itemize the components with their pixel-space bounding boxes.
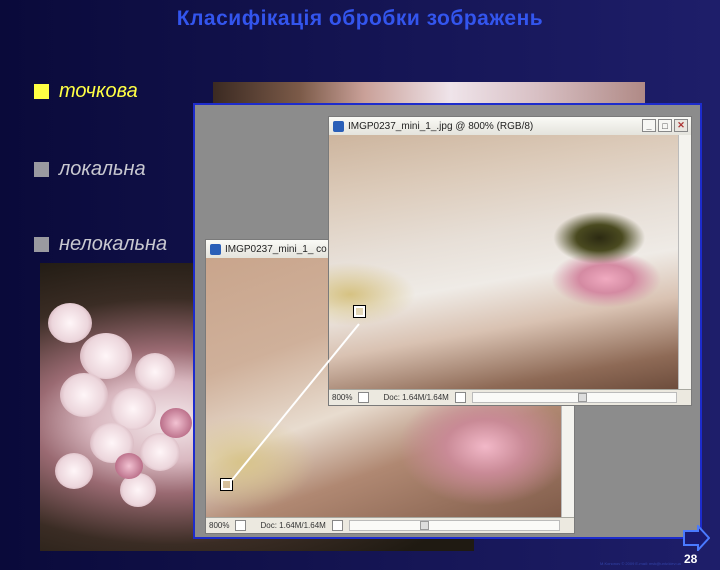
status-bar: 800% Doc: 1.64M/1.64M: [206, 517, 574, 533]
doc-info: Doc: 1.64M/1.64M: [260, 521, 326, 530]
bullet-label: нелокальна: [59, 233, 168, 255]
close-icon[interactable]: ✕: [674, 119, 688, 132]
status-bar: 800% Doc: 1.64M/1.64M: [329, 389, 691, 405]
next-arrow-icon[interactable]: [682, 525, 710, 551]
slide-title: Класифікація обробки зображень: [176, 7, 544, 30]
maximize-icon[interactable]: □: [658, 119, 672, 132]
doc-info: Doc: 1.64M/1.64M: [383, 393, 449, 402]
bullet-label: локальна: [59, 158, 146, 180]
window-titlebar[interactable]: IMGP0237_mini_1_.jpg @ 800% (RGB/8): [329, 117, 691, 136]
window-controls: _ □ ✕: [642, 119, 688, 132]
bullet-item-nonlocal: нелокальна: [34, 233, 167, 256]
bullet-label: точкова: [59, 80, 138, 102]
status-arrow-icon[interactable]: [331, 520, 343, 531]
photoshop-doc-icon: [333, 120, 344, 132]
horizontal-scrollbar[interactable]: [348, 520, 560, 531]
bullet-item-point: точкова: [34, 80, 138, 103]
square-bullet-icon: [34, 162, 49, 177]
pixel-marker: [221, 479, 232, 490]
window-title: IMGP0237_mini_1_ co: [225, 243, 327, 255]
zoom-level: 800%: [209, 521, 230, 530]
zoom-level: 800%: [332, 393, 353, 402]
slide-number: 28: [684, 552, 698, 566]
square-bullet-icon: [34, 84, 49, 99]
horizontal-scrollbar[interactable]: [471, 392, 677, 403]
minimize-icon[interactable]: _: [642, 119, 656, 132]
status-arrow-icon[interactable]: [454, 392, 466, 403]
image-window-front[interactable]: IMGP0237_mini_1_.jpg @ 800% (RGB/8) _ □ …: [328, 116, 692, 406]
slide-footer: M.Kononov © 2009 E-mail: mvk@univ.kiev.u…: [600, 561, 681, 566]
status-menu-icon[interactable]: [235, 520, 247, 531]
status-menu-icon[interactable]: [358, 392, 370, 403]
square-bullet-icon: [34, 237, 49, 252]
zoom-demo-panel: IMGP0237_mini_1_ co 800% Doc: 1.64M/1.64…: [193, 103, 702, 539]
pixel-marker: [354, 306, 365, 317]
zoomed-image-canvas[interactable]: [329, 135, 680, 392]
window-title: IMGP0237_mini_1_.jpg @ 800% (RGB/8): [348, 120, 534, 132]
vertical-scrollbar[interactable]: [678, 135, 691, 390]
bullet-item-local: локальна: [34, 158, 146, 181]
photoshop-doc-icon: [210, 243, 221, 255]
